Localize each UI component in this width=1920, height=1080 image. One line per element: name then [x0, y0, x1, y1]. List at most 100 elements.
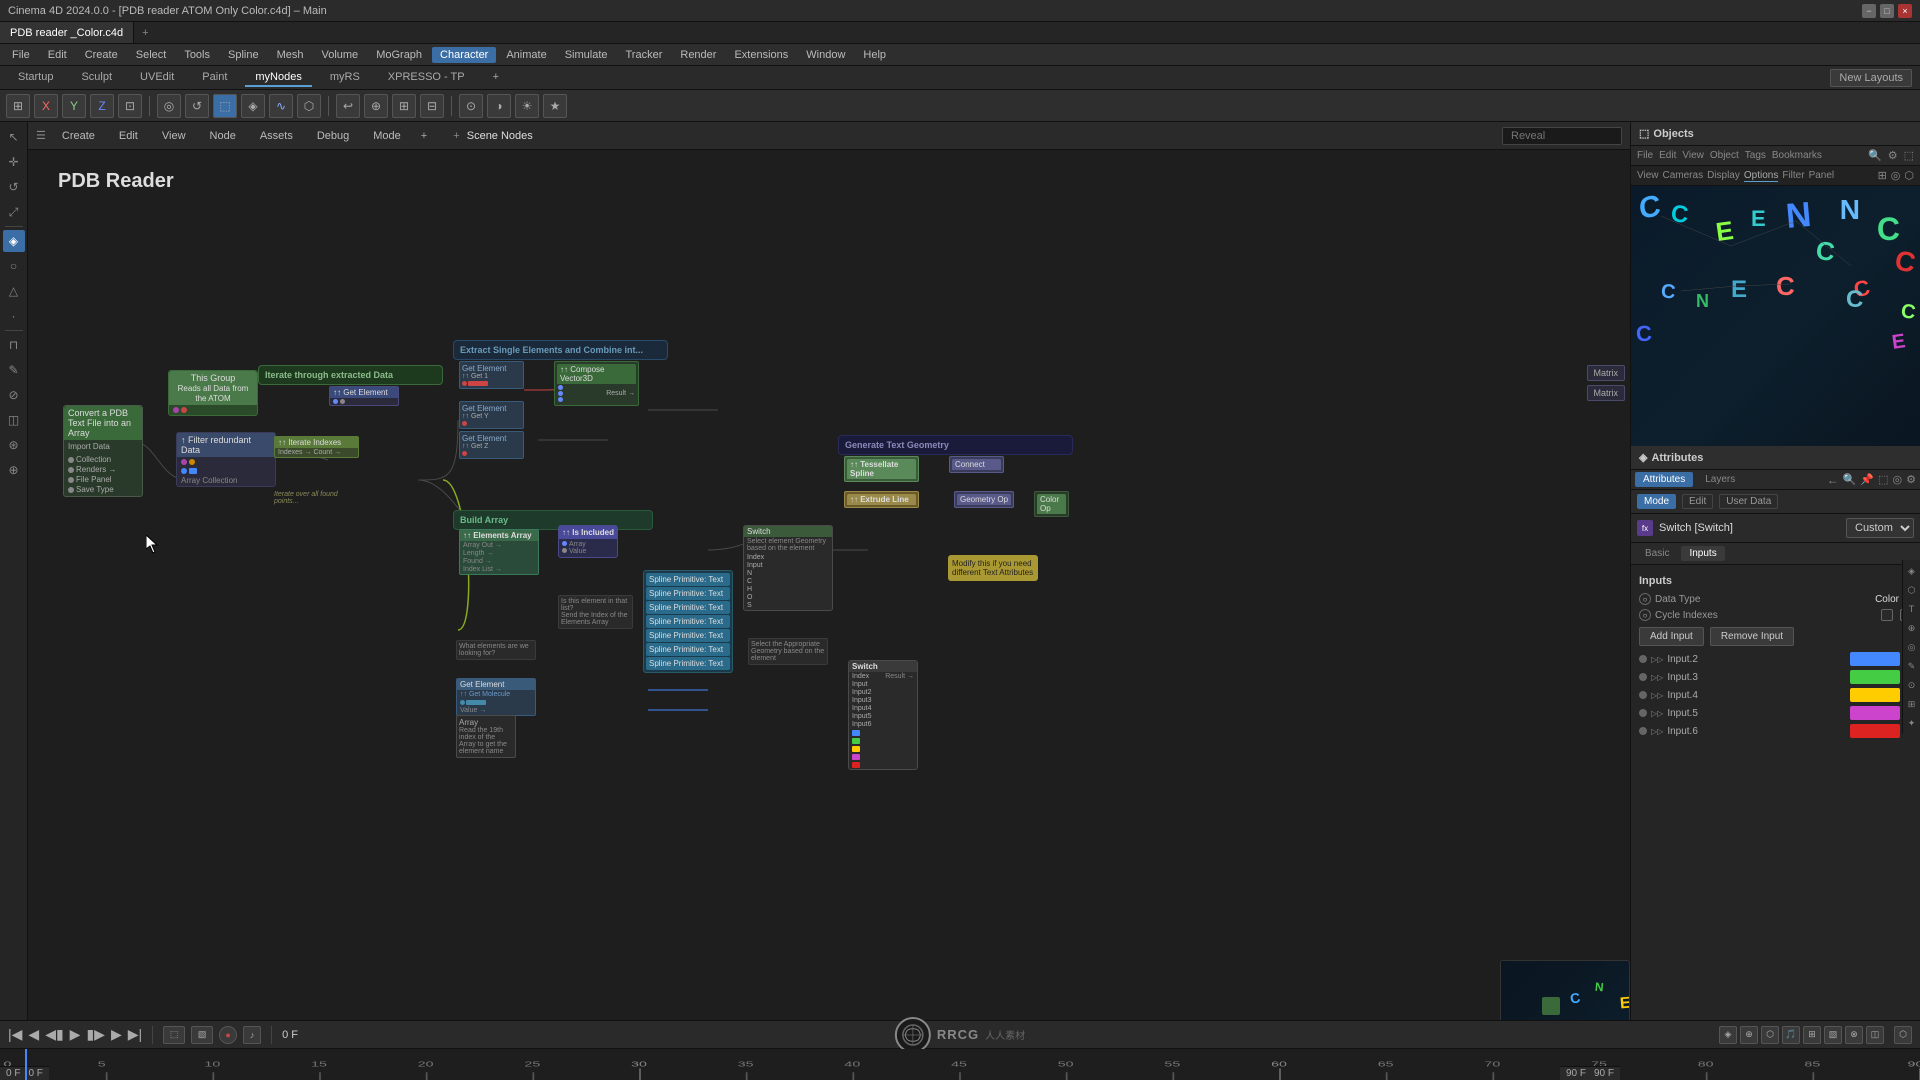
toolbar-move[interactable]: ◎ — [157, 94, 181, 118]
menu-edit[interactable]: Edit — [40, 47, 75, 63]
tl-expand[interactable]: ⬡ — [1894, 1026, 1912, 1044]
ne-node[interactable]: Node — [202, 128, 244, 144]
tab-layers[interactable]: Layers — [1697, 472, 1743, 487]
obj-tab-view[interactable]: View — [1682, 150, 1704, 161]
toolbar-grid[interactable]: ⊟ — [420, 94, 444, 118]
tool-scale[interactable]: ⤢ — [3, 201, 25, 223]
node-canvas[interactable]: PDB Reader — [28, 150, 1630, 1080]
new-layouts-btn[interactable]: New Layouts — [1830, 69, 1912, 87]
ri-icon4[interactable]: ⊕ — [1904, 620, 1920, 636]
toolbar-icon3[interactable]: ⬡ — [297, 94, 321, 118]
ne-mode[interactable]: Mode — [365, 128, 409, 144]
spline-text-1[interactable]: Spline Primitive: Text — [646, 573, 730, 586]
input3-color[interactable] — [1850, 670, 1900, 684]
attr-left-arrow[interactable]: ← — [1827, 473, 1839, 487]
tool-edge[interactable]: △ — [3, 280, 25, 302]
get-element-node[interactable]: ↑↑ Get Element — [329, 386, 399, 406]
ne-debug[interactable]: Debug — [309, 128, 357, 144]
toolbar-icon1[interactable]: ⊞ — [6, 94, 30, 118]
tl-icon-r7[interactable]: ⊗ — [1845, 1026, 1863, 1044]
switch-node-main[interactable]: Switch IndexInputInput2Input3Input4Input… — [848, 660, 918, 770]
ri-icon3[interactable]: T — [1904, 601, 1920, 617]
cycle-checkbox1[interactable] — [1881, 609, 1893, 621]
transport-prev[interactable]: ◀ — [28, 1026, 39, 1043]
transport-back[interactable]: ◀▮ — [45, 1026, 63, 1043]
layout-uvedit[interactable]: UVEdit — [130, 69, 184, 87]
vp-icon1[interactable]: ⊞ — [1878, 169, 1887, 182]
layout-add[interactable]: + — [483, 69, 509, 87]
obj-search-icon[interactable]: 🔍 — [1868, 149, 1882, 162]
tool-knife[interactable]: ⊛ — [3, 434, 25, 456]
edit-btn[interactable]: Edit — [1682, 494, 1713, 509]
vp-icon2[interactable]: ◎ — [1891, 169, 1901, 182]
ne-assets[interactable]: Assets — [252, 128, 301, 144]
userdata-btn[interactable]: User Data — [1719, 494, 1778, 509]
menu-simulate[interactable]: Simulate — [557, 47, 616, 63]
menu-file[interactable]: File — [4, 47, 38, 63]
ri-icon7[interactable]: ⊙ — [1904, 677, 1920, 693]
tool-select[interactable]: ↖ — [3, 126, 25, 148]
transport-end[interactable]: ▶| — [128, 1026, 142, 1043]
ri-icon1[interactable]: ◈ — [1904, 563, 1920, 579]
spline-text-2[interactable]: Spline Primitive: Text — [646, 587, 730, 600]
get-element-y-node[interactable]: Get Element ↑↑ Get Y — [459, 401, 524, 429]
import-data-node[interactable]: Convert a PDB Text File into an Array Im… — [63, 405, 143, 497]
tool-rotate[interactable]: ↺ — [3, 176, 25, 198]
tool-move[interactable]: ✛ — [3, 151, 25, 173]
toolbar-rotate[interactable]: ↺ — [185, 94, 209, 118]
obj-layout-icon[interactable]: ⬚ — [1904, 149, 1914, 162]
ri-icon9[interactable]: ✦ — [1904, 715, 1920, 731]
layout-myrs[interactable]: myRS — [320, 69, 370, 87]
mode-btn[interactable]: Mode — [1637, 494, 1676, 509]
get-element-x-node[interactable]: Get Element ↑↑ Get 1 — [459, 361, 524, 389]
tessellate-node[interactable]: ↑↑ Tessellate Spline — [844, 456, 919, 482]
obj-tab-bookmarks[interactable]: Bookmarks — [1772, 150, 1822, 161]
scene-nodes-expand[interactable]: ☰ — [36, 129, 46, 142]
array-node[interactable]: Array Read the 19th index of the Array t… — [456, 715, 516, 758]
ri-icon8[interactable]: ⊞ — [1904, 696, 1920, 712]
attr-icon4[interactable]: ⚙ — [1906, 473, 1916, 486]
active-tab[interactable]: PDB reader _Color.c4d — [0, 22, 134, 43]
get-molecule-node[interactable]: Get Element ↑↑ Get Molecule Value → — [456, 678, 536, 716]
transport-next[interactable]: ▶ — [111, 1026, 122, 1043]
menu-animate[interactable]: Animate — [498, 47, 554, 63]
layout-paint[interactable]: Paint — [192, 69, 237, 87]
obj-tab-object[interactable]: Object — [1710, 150, 1739, 161]
toolbar-icon2[interactable]: ⊡ — [118, 94, 142, 118]
spline-text-3[interactable]: Spline Primitive: Text — [646, 601, 730, 614]
input5-color[interactable] — [1850, 706, 1900, 720]
compose-vector-node[interactable]: ↑↑ Compose Vector3D Result → — [554, 361, 639, 406]
layout-startup[interactable]: Startup — [8, 69, 63, 87]
transport-start[interactable]: |◀ — [8, 1026, 22, 1043]
obj-tab-file[interactable]: File — [1637, 150, 1653, 161]
tl-icon-r2[interactable]: ⊕ — [1740, 1026, 1758, 1044]
obj-tab-edit[interactable]: Edit — [1659, 150, 1676, 161]
this-group-node[interactable]: This GroupReads all Data from the ATOM — [168, 370, 258, 416]
timeline-ruler[interactable]: 0 5 10 15 20 25 30 35 40 45 50 — [0, 1049, 1920, 1080]
ri-icon2[interactable]: ⬡ — [1904, 582, 1920, 598]
ne-add[interactable]: + — [417, 128, 431, 144]
tl-icon-r4[interactable]: 🎵 — [1782, 1026, 1800, 1044]
tool-magnet[interactable]: ⊓ — [3, 334, 25, 356]
toolbar-redo[interactable]: ⊕ — [364, 94, 388, 118]
toolbar-cam[interactable]: ◑ — [487, 94, 511, 118]
is-included-node[interactable]: ↑↑ Is Included Array Value — [558, 525, 618, 558]
ne-edit[interactable]: Edit — [111, 128, 146, 144]
tl-key-btn2[interactable]: ▧ — [191, 1026, 213, 1044]
toolbar-light[interactable]: ☀ — [515, 94, 539, 118]
menu-mesh[interactable]: Mesh — [269, 47, 312, 63]
tab-inputs[interactable]: Inputs — [1681, 546, 1724, 561]
toolbar-frame[interactable]: ⬚ — [213, 94, 237, 118]
toolbar-icon4[interactable]: ★ — [543, 94, 567, 118]
close-btn[interactable]: × — [1898, 4, 1912, 18]
menu-tracker[interactable]: Tracker — [618, 47, 671, 63]
menu-tools[interactable]: Tools — [176, 47, 218, 63]
tool-model[interactable]: ◈ — [3, 230, 25, 252]
layout-sculpt[interactable]: Sculpt — [71, 69, 122, 87]
vp-panel[interactable]: Panel — [1809, 170, 1835, 181]
tl-icon-r6[interactable]: ▧ — [1824, 1026, 1842, 1044]
extrude-node[interactable]: ↑↑ Extrude Line — [844, 491, 919, 508]
ri-icon6[interactable]: ✎ — [1904, 658, 1920, 674]
menu-character[interactable]: Character — [432, 47, 496, 63]
menu-help[interactable]: Help — [855, 47, 894, 63]
